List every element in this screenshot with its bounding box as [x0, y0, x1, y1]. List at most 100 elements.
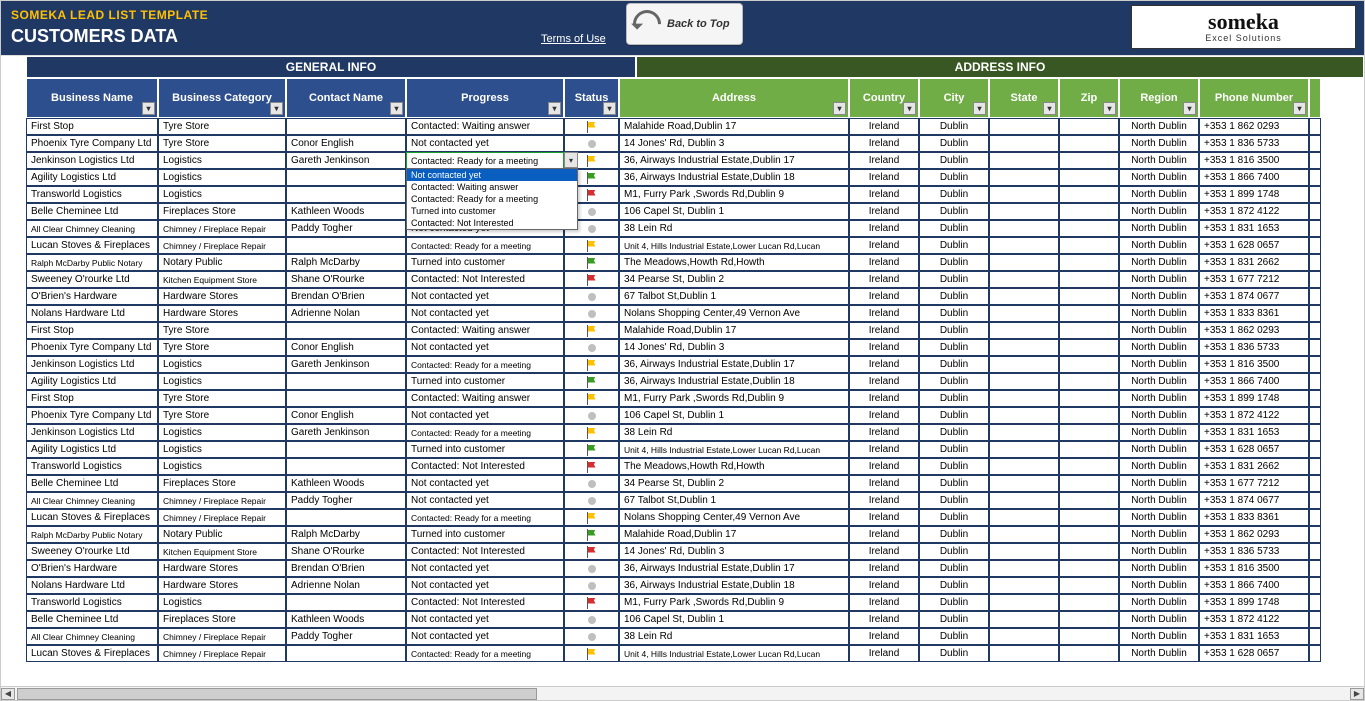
cell-contact[interactable]: Kathleen Woods	[286, 203, 406, 220]
cell-country[interactable]: Ireland	[849, 135, 919, 152]
cell-category[interactable]: Logistics	[158, 373, 286, 390]
cell-business-name[interactable]: All Clear Chimney Cleaning	[26, 628, 158, 645]
cell-contact[interactable]	[286, 390, 406, 407]
cell-zip[interactable]	[1059, 237, 1119, 254]
cell-address[interactable]: M1, Furry Park ,Swords Rd,Dublin 9	[619, 186, 849, 203]
cell-progress[interactable]: Contacted: Ready for a meeting	[406, 424, 564, 441]
cell-category[interactable]: Logistics	[158, 186, 286, 203]
cell-phone[interactable]: +353 1 833 8361	[1199, 509, 1309, 526]
cell-zip[interactable]	[1059, 543, 1119, 560]
cell-city[interactable]: Dublin	[919, 441, 989, 458]
cell-country[interactable]: Ireland	[849, 254, 919, 271]
cell-zip[interactable]	[1059, 441, 1119, 458]
cell-extra[interactable]	[1309, 203, 1321, 220]
cell-zip[interactable]	[1059, 152, 1119, 169]
cell-contact[interactable]: Gareth Jenkinson	[286, 152, 406, 169]
cell-progress[interactable]: Not contacted yet	[406, 135, 564, 152]
cell-state[interactable]	[989, 475, 1059, 492]
cell-extra[interactable]	[1309, 492, 1321, 509]
cell-category[interactable]: Tyre Store	[158, 322, 286, 339]
cell-city[interactable]: Dublin	[919, 152, 989, 169]
cell-business-name[interactable]: Transworld Logistics	[26, 186, 158, 203]
cell-progress[interactable]: Contacted: Waiting answer	[406, 390, 564, 407]
cell-address[interactable]: Unit 4, Hills Industrial Estate,Lower Lu…	[619, 441, 849, 458]
cell-category[interactable]: Chimney / Fireplace Repair	[158, 492, 286, 509]
cell-city[interactable]: Dublin	[919, 135, 989, 152]
cell-phone[interactable]: +353 1 628 0657	[1199, 645, 1309, 662]
cell-city[interactable]: Dublin	[919, 492, 989, 509]
cell-address[interactable]: Malahide Road,Dublin 17	[619, 118, 849, 135]
cell-extra[interactable]	[1309, 271, 1321, 288]
cell-contact[interactable]: Adrienne Nolan	[286, 577, 406, 594]
cell-phone[interactable]: +353 1 816 3500	[1199, 356, 1309, 373]
cell-business-name[interactable]: Lucan Stoves & Fireplaces	[26, 509, 158, 526]
cell-progress[interactable]: Contacted: Not Interested	[406, 458, 564, 475]
dropdown-item[interactable]: Contacted: Waiting answer	[407, 181, 577, 193]
cell-category[interactable]: Fireplaces Store	[158, 611, 286, 628]
cell-city[interactable]: Dublin	[919, 390, 989, 407]
cell-region[interactable]: North Dublin	[1119, 152, 1199, 169]
cell-zip[interactable]	[1059, 407, 1119, 424]
cell-city[interactable]: Dublin	[919, 645, 989, 662]
scroll-thumb[interactable]	[17, 688, 537, 700]
cell-region[interactable]: North Dublin	[1119, 254, 1199, 271]
cell-city[interactable]: Dublin	[919, 339, 989, 356]
cell-progress[interactable]: Not contacted yet	[406, 492, 564, 509]
cell-contact[interactable]: Adrienne Nolan	[286, 305, 406, 322]
cell-region[interactable]: North Dublin	[1119, 407, 1199, 424]
cell-country[interactable]: Ireland	[849, 611, 919, 628]
cell-progress[interactable]: Not contacted yet	[406, 475, 564, 492]
filter-dropdown-zip[interactable]: ▾	[1103, 102, 1116, 115]
dropdown-item[interactable]: Contacted: Ready for a meeting	[407, 193, 577, 205]
cell-country[interactable]: Ireland	[849, 271, 919, 288]
cell-contact[interactable]: Kathleen Woods	[286, 611, 406, 628]
cell-phone[interactable]: +353 1 677 7212	[1199, 475, 1309, 492]
filter-dropdown-phone[interactable]: ▾	[1293, 102, 1306, 115]
cell-business-name[interactable]: All Clear Chimney Cleaning	[26, 220, 158, 237]
cell-business-name[interactable]: Agility Logistics Ltd	[26, 373, 158, 390]
cell-zip[interactable]	[1059, 305, 1119, 322]
column-header-extra[interactable]	[1309, 78, 1321, 118]
cell-region[interactable]: North Dublin	[1119, 475, 1199, 492]
filter-dropdown-cat[interactable]: ▾	[270, 102, 283, 115]
cell-progress[interactable]: Contacted: Not Interested	[406, 594, 564, 611]
cell-extra[interactable]	[1309, 135, 1321, 152]
cell-region[interactable]: North Dublin	[1119, 305, 1199, 322]
cell-phone[interactable]: +353 1 862 0293	[1199, 526, 1309, 543]
scroll-right-button[interactable]: ▶	[1350, 688, 1364, 700]
cell-phone[interactable]: +353 1 866 7400	[1199, 577, 1309, 594]
cell-state[interactable]	[989, 390, 1059, 407]
cell-phone[interactable]: +353 1 874 0677	[1199, 288, 1309, 305]
cell-region[interactable]: North Dublin	[1119, 645, 1199, 662]
cell-progress[interactable]: Not contacted yet	[406, 577, 564, 594]
cell-address[interactable]: 106 Capel St, Dublin 1	[619, 407, 849, 424]
cell-business-name[interactable]: First Stop	[26, 322, 158, 339]
cell-zip[interactable]	[1059, 322, 1119, 339]
cell-region[interactable]: North Dublin	[1119, 118, 1199, 135]
cell-zip[interactable]	[1059, 458, 1119, 475]
cell-address[interactable]: 36, Airways Industrial Estate,Dublin 17	[619, 356, 849, 373]
cell-business-name[interactable]: Nolans Hardware Ltd	[26, 577, 158, 594]
cell-phone[interactable]: +353 1 862 0293	[1199, 322, 1309, 339]
cell-address[interactable]: 106 Capel St, Dublin 1	[619, 611, 849, 628]
cell-category[interactable]: Logistics	[158, 441, 286, 458]
cell-zip[interactable]	[1059, 186, 1119, 203]
cell-progress[interactable]: Contacted: Ready for a meeting	[406, 509, 564, 526]
cell-city[interactable]: Dublin	[919, 373, 989, 390]
cell-category[interactable]: Kitchen Equipment Store	[158, 543, 286, 560]
cell-country[interactable]: Ireland	[849, 152, 919, 169]
cell-state[interactable]	[989, 611, 1059, 628]
cell-city[interactable]: Dublin	[919, 594, 989, 611]
cell-zip[interactable]	[1059, 135, 1119, 152]
column-header-country[interactable]: Country▾	[849, 78, 919, 118]
cell-extra[interactable]	[1309, 407, 1321, 424]
cell-business-name[interactable]: Phoenix Tyre Company Ltd	[26, 135, 158, 152]
cell-category[interactable]: Logistics	[158, 424, 286, 441]
cell-extra[interactable]	[1309, 458, 1321, 475]
cell-category[interactable]: Logistics	[158, 356, 286, 373]
cell-zip[interactable]	[1059, 288, 1119, 305]
cell-address[interactable]: 36, Airways Industrial Estate,Dublin 17	[619, 152, 849, 169]
cell-region[interactable]: North Dublin	[1119, 577, 1199, 594]
cell-zip[interactable]	[1059, 356, 1119, 373]
column-header-prog[interactable]: Progress▾	[406, 78, 564, 118]
